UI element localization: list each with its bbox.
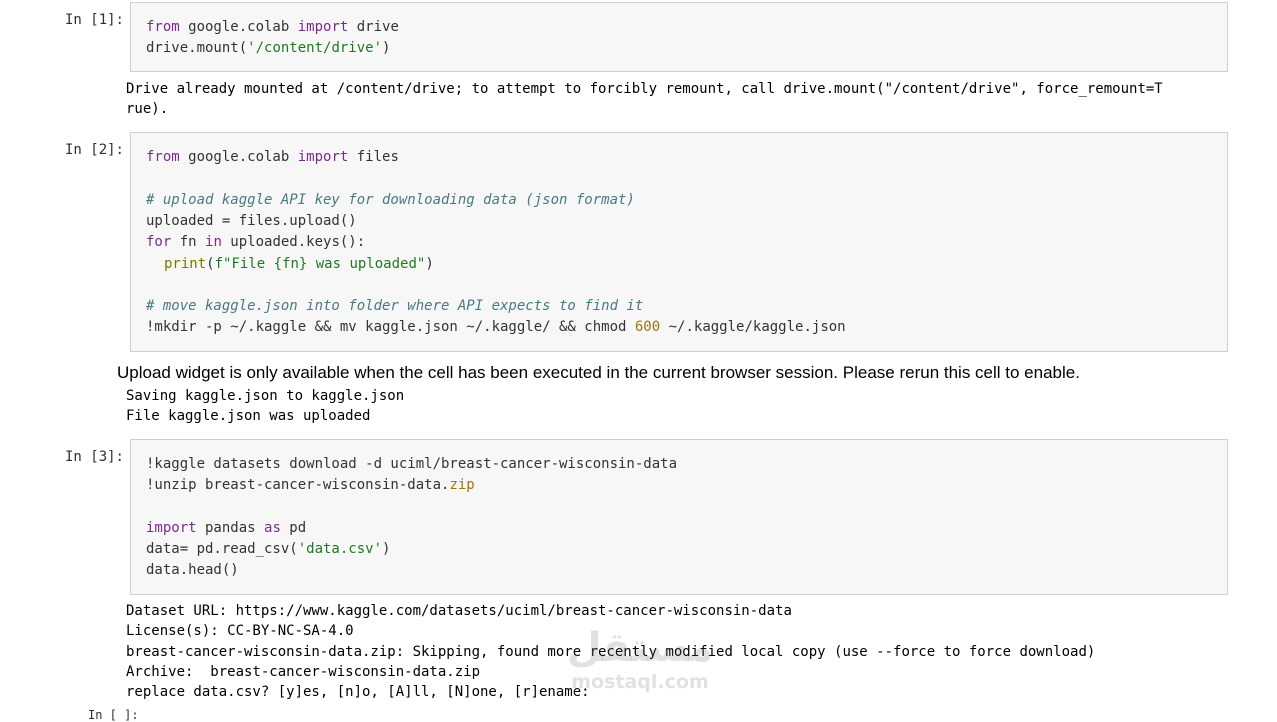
mostaql-watermark: مستقل mostaql.com bbox=[560, 625, 720, 693]
upload-widget-note: Upload widget is only available when the… bbox=[117, 363, 1080, 382]
code-line: print(f"File {fn} was uploaded") bbox=[164, 256, 434, 272]
code-line: !unzip breast-cancer-wisconsin-data.zip bbox=[146, 477, 475, 493]
code-line: import pandas as pd bbox=[146, 520, 307, 536]
cell-3-code-editor[interactable]: !kaggle datasets download -d uciml/breas… bbox=[130, 439, 1228, 595]
next-cell-prompt: In [ ]: bbox=[88, 708, 139, 722]
cell-1-code-editor[interactable]: from google.colab import drive drive.mou… bbox=[130, 2, 1228, 72]
cell-3-output-line: replace data.csv? [y]es, [n]o, [A]ll, [N… bbox=[126, 684, 590, 700]
code-line: for fn in uploaded.keys(): bbox=[146, 234, 366, 250]
cell-2-output-line: File kaggle.json was uploaded bbox=[126, 408, 371, 424]
code-line: data.head() bbox=[146, 562, 239, 578]
code-line: from google.colab import drive bbox=[146, 19, 399, 35]
code-line: drive.mount('/content/drive') bbox=[146, 40, 391, 56]
code-line: uploaded = files.upload() bbox=[146, 213, 357, 229]
cell-1-prompt: In [1]: bbox=[64, 12, 124, 28]
cell-2-output-line: Saving kaggle.json to kaggle.json bbox=[126, 388, 405, 404]
cell-3-output-line: License(s): CC-BY-NC-SA-4.0 bbox=[126, 623, 354, 639]
code-line: data= pd.read_csv('data.csv') bbox=[146, 541, 391, 557]
code-comment: # move kaggle.json into folder where API… bbox=[146, 298, 644, 314]
cell-2-prompt: In [2]: bbox=[64, 142, 124, 158]
cell-3-prompt: In [3]: bbox=[64, 449, 124, 465]
cell-1-output-line: rue). bbox=[126, 101, 169, 117]
cell-1-output-line: Drive already mounted at /content/drive;… bbox=[126, 81, 1163, 97]
code-line: from google.colab import files bbox=[146, 149, 399, 165]
cell-3-output-line: Dataset URL: https://www.kaggle.com/data… bbox=[126, 603, 792, 619]
cell-2-code-editor[interactable]: from google.colab import files # upload … bbox=[130, 132, 1228, 352]
watermark-latin: mostaql.com bbox=[571, 671, 709, 693]
code-line: !kaggle datasets download -d uciml/breas… bbox=[146, 456, 678, 472]
code-comment: # upload kaggle API key for downloading … bbox=[146, 192, 635, 208]
watermark-arabic: مستقل bbox=[566, 625, 714, 671]
code-line: !mkdir -p ~/.kaggle && mv kaggle.json ~/… bbox=[146, 319, 846, 335]
cell-3-output-line: Archive: breast-cancer-wisconsin-data.zi… bbox=[126, 664, 481, 680]
